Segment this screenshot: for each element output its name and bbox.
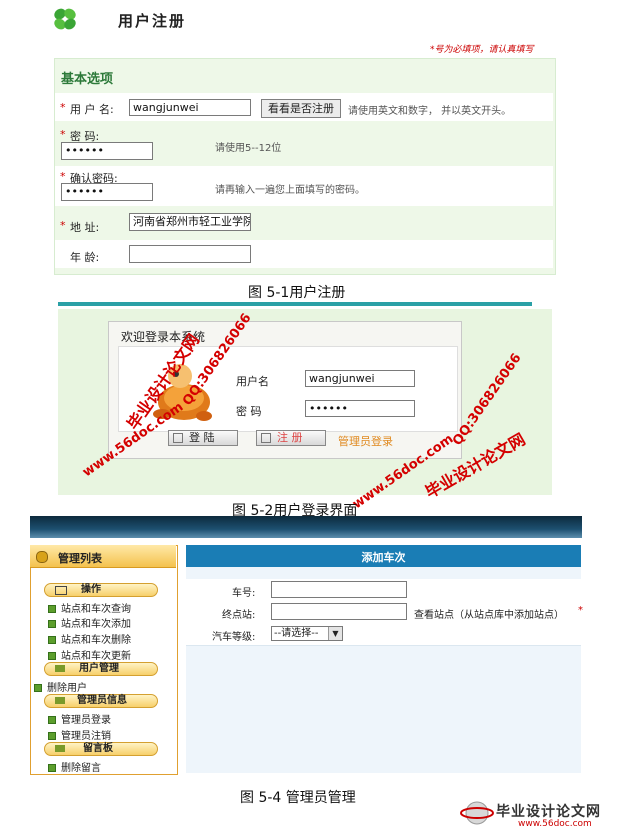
register-button-label: 注 册 <box>277 431 303 444</box>
sidebar-title: 管理列表 <box>58 552 102 565</box>
required-star: * <box>578 605 583 616</box>
train-number-input[interactable] <box>271 581 407 598</box>
login-password-input[interactable]: •••••• <box>305 400 415 417</box>
form-title: 添加车次 <box>361 551 406 564</box>
login-password-label: 密 码 <box>236 405 262 418</box>
register-button[interactable]: 注 册 <box>256 430 326 446</box>
menu-item[interactable]: 管理员注销 <box>48 727 111 742</box>
folder-icon <box>55 586 67 595</box>
group-label: 留言板 <box>83 743 113 754</box>
required-note: *号为必填项，请认真填写 <box>430 45 534 55</box>
required-star: * <box>60 101 66 114</box>
group-operations[interactable]: 操作 <box>44 583 158 597</box>
required-star: * <box>60 128 66 141</box>
clover-logo-icon <box>52 6 78 32</box>
menu-item[interactable]: 站点和车次添加 <box>48 615 131 630</box>
username-label: 用 户 名: <box>70 103 114 116</box>
group-admin-info[interactable]: 管理员信息 <box>44 694 158 708</box>
footer-site: www.56doc.com <box>518 819 592 829</box>
chevron-down-icon: ▼ <box>328 627 342 640</box>
view-stations-link[interactable]: 查看站点（从站点库中添加站点） <box>414 606 564 621</box>
login-button-label: 登 陆 <box>189 431 215 444</box>
check-registered-button[interactable]: 看看是否注册 <box>261 99 341 118</box>
button-icon <box>173 433 183 443</box>
username-input[interactable]: wangjunwei <box>129 99 251 116</box>
confirm-password-input[interactable]: •••••• <box>61 183 153 201</box>
pencil-icon <box>55 697 65 704</box>
login-username-input[interactable]: wangjunwei <box>305 370 415 387</box>
group-label: 用户管理 <box>79 663 119 674</box>
required-star: * <box>60 219 66 232</box>
menu-item[interactable]: 删除留言 <box>48 759 101 774</box>
terminal-label: 终点站: <box>222 610 256 621</box>
grade-selected: --请选择-- <box>274 628 319 639</box>
login-button[interactable]: 登 陆 <box>168 430 238 446</box>
password-input[interactable]: •••••• <box>61 142 153 160</box>
terminal-input[interactable] <box>271 603 407 620</box>
menu-item[interactable]: 站点和车次更新 <box>48 647 131 662</box>
figure-caption: 图 5-4 管理员管理 <box>240 790 356 806</box>
username-hint: 请使用英文和数字， 并以英文开头。 <box>348 106 512 117</box>
required-star: * <box>60 170 66 183</box>
confirm-hint: 请再输入一遍您上面填写的密码。 <box>215 185 365 196</box>
admin-login-link[interactable]: 管理员登录 <box>338 433 393 449</box>
admin-banner <box>30 516 582 538</box>
grade-label: 汽车等级: <box>212 632 256 643</box>
age-label: 年 龄: <box>70 251 100 264</box>
divider-bar <box>58 302 532 306</box>
sidebar-header <box>30 545 176 568</box>
pencil-icon <box>55 665 65 672</box>
figure-caption: 图 5-1用户注册 <box>248 285 346 301</box>
footer-brand: 毕业设计论文网 <box>496 804 601 820</box>
train-number-label: 车号: <box>232 588 256 599</box>
sidebar-bullet-icon <box>36 551 48 563</box>
menu-item[interactable]: 站点和车次删除 <box>48 631 131 646</box>
group-label: 操作 <box>81 584 101 595</box>
globe-logo-icon <box>460 801 494 825</box>
menu-item[interactable]: 删除用户 <box>34 679 87 694</box>
pencil-icon <box>55 745 65 752</box>
age-input[interactable] <box>129 245 251 263</box>
section-title: 基本选项 <box>61 72 114 87</box>
group-label: 管理员信息 <box>77 695 127 706</box>
password-hint: 请使用5--12位 <box>215 143 282 154</box>
button-icon <box>261 433 271 443</box>
menu-item[interactable]: 站点和车次查询 <box>48 600 131 615</box>
login-username-label: 用户名 <box>236 375 269 388</box>
group-user-management[interactable]: 用户管理 <box>44 662 158 676</box>
grade-select[interactable]: --请选择-- ▼ <box>271 626 343 641</box>
register-title: 用户注册 <box>118 12 187 30</box>
address-input[interactable]: 河南省郑州市轻工业学院 <box>129 213 251 231</box>
group-message-board[interactable]: 留言板 <box>44 742 158 756</box>
address-label: 地 址: <box>70 221 100 234</box>
menu-item[interactable]: 管理员登录 <box>48 711 111 726</box>
